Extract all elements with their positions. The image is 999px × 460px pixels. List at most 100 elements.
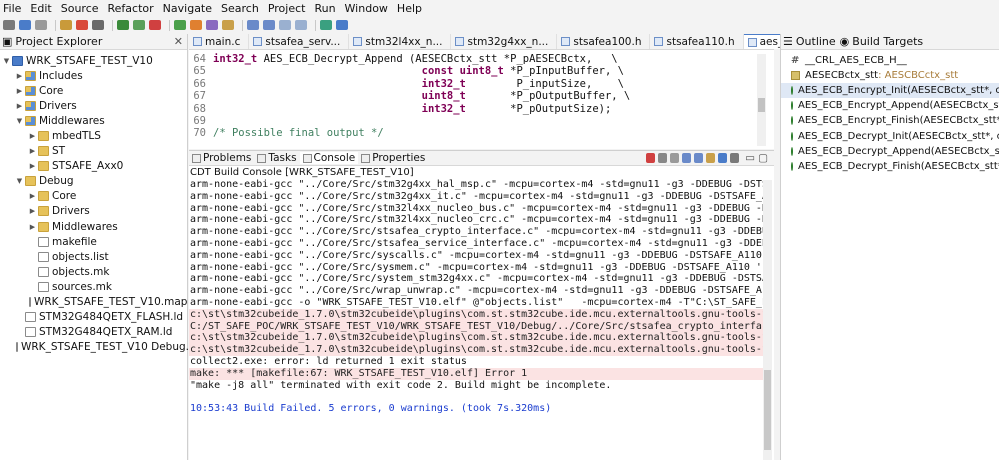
chevron-right-icon[interactable]: ▶ — [28, 132, 37, 140]
terminate-icon[interactable] — [646, 153, 656, 163]
menu-run[interactable]: Run — [314, 2, 335, 15]
chevron-down-icon[interactable]: ▼ — [2, 57, 11, 65]
tree-item[interactable]: objects.list — [0, 249, 187, 264]
chevron-right-icon[interactable]: ▶ — [28, 223, 37, 231]
run-icon[interactable] — [133, 20, 145, 30]
chevron-right-icon[interactable]: ▶ — [15, 102, 24, 110]
editor-tab-label: stsafea110.h — [666, 35, 735, 48]
tree-item[interactable]: ▶ STSAFE_Axx0 — [0, 159, 187, 174]
chevron-down-icon[interactable]: ▼ — [15, 117, 24, 125]
editor-tab[interactable]: stsafea100.h — [557, 34, 651, 49]
minimize-icon[interactable]: ▭ — [745, 152, 755, 164]
menu-navigate[interactable]: Navigate — [163, 2, 212, 15]
menu-window[interactable]: Window — [345, 2, 388, 15]
tree-item[interactable]: ▶ Drivers — [0, 204, 187, 219]
menu-project[interactable]: Project — [268, 2, 306, 15]
stop-icon[interactable] — [149, 20, 161, 30]
scroll-lock-icon[interactable] — [682, 153, 692, 163]
save-all-icon[interactable] — [35, 20, 47, 30]
outline-item[interactable]: # __CRL_AES_ECB_H__ — [781, 53, 999, 68]
outline-item[interactable]: AES_ECB_Decrypt_Init(AESECBctx_stt*, con… — [781, 128, 999, 143]
chevron-right-icon[interactable]: ▶ — [28, 147, 37, 155]
tree-item[interactable]: ▶ Includes — [0, 68, 187, 83]
back-icon[interactable] — [279, 20, 291, 30]
open-type-icon[interactable] — [206, 20, 218, 30]
save-icon[interactable] — [19, 20, 31, 30]
tree-item[interactable]: ▶ ST — [0, 144, 187, 159]
menu-help[interactable]: Help — [397, 2, 422, 15]
new-icon[interactable] — [3, 20, 15, 30]
outline-item[interactable]: AES_ECB_Decrypt_Append(AESECBctx_stt*, c… — [781, 144, 999, 159]
chevron-right-icon[interactable]: ▶ — [15, 72, 24, 80]
pin-console-icon[interactable] — [706, 153, 716, 163]
editor-tab[interactable]: main.c — [189, 34, 250, 49]
tree-item[interactable]: objects.mk — [0, 264, 187, 279]
tree-item[interactable]: ▶ mbedTLS — [0, 128, 187, 143]
tree-item[interactable]: sources.mk — [0, 279, 187, 294]
tab-console[interactable]: Console — [299, 152, 359, 164]
chevron-right-icon[interactable]: ▶ — [28, 192, 37, 200]
build-icon[interactable] — [60, 20, 72, 30]
code-view[interactable]: 64 int32_t AES_ECB_Decrypt_Append (AESECB… — [189, 50, 774, 140]
tree-item[interactable]: ▶ Drivers — [0, 98, 187, 113]
menu-file[interactable]: File — [3, 2, 21, 15]
maximize-icon[interactable]: ▢ — [758, 152, 768, 164]
tree-item[interactable]: makefile — [0, 234, 187, 249]
tree-item[interactable]: ▼ Debug — [0, 174, 187, 189]
tree-item[interactable]: ▶ Core — [0, 189, 187, 204]
editor-tab[interactable]: stsafea110.h — [650, 34, 744, 49]
menu-source[interactable]: Source — [61, 2, 99, 15]
tab-tasks[interactable]: Tasks — [254, 152, 299, 164]
chevron-right-icon[interactable]: ▶ — [28, 162, 37, 170]
console-output[interactable]: arm-none-eabi-gcc "../Core/Src/stm32g4xx… — [189, 179, 764, 415]
display-console-icon[interactable] — [718, 153, 728, 163]
editor-tab[interactable]: stm32l4xx_n... — [349, 34, 452, 49]
tab-properties[interactable]: Properties — [358, 152, 428, 164]
tree-item[interactable]: STM32G484QETX_RAM.ld — [0, 325, 187, 340]
settings-icon[interactable] — [92, 20, 104, 30]
search-icon[interactable] — [222, 20, 234, 30]
forward-icon[interactable] — [295, 20, 307, 30]
run-green-icon[interactable] — [174, 20, 186, 30]
outline-item[interactable]: AES_ECB_Decrypt_Finish(AESECBctx_stt*, u… — [781, 159, 999, 174]
close-icon[interactable]: ✕ — [174, 35, 183, 48]
tree-item[interactable]: ▶ Core — [0, 83, 187, 98]
code-line: 65 const uint8_t *P_pInputBuffer, \ — [189, 65, 774, 77]
open-console-icon[interactable] — [730, 153, 740, 163]
tree-item[interactable]: STM32G484QETX_FLASH.ld — [0, 310, 187, 325]
tree-item[interactable]: ▶ Middlewares — [0, 219, 187, 234]
console-scrollbar[interactable] — [763, 180, 772, 460]
chevron-right-icon[interactable]: ▶ — [15, 87, 24, 95]
chevron-down-icon[interactable]: ▼ — [15, 177, 24, 185]
menu-search[interactable]: Search — [221, 2, 259, 15]
tab-outline[interactable]: Outline — [796, 35, 836, 48]
outline-item[interactable]: AES_ECB_Encrypt_Append(AESECBctx_stt*, c… — [781, 98, 999, 113]
annotation-prev-icon[interactable] — [263, 20, 275, 30]
build-config-icon[interactable] — [76, 20, 88, 30]
tree-item[interactable]: WRK_STSAFE_TEST_V10 Debug.launch — [0, 340, 224, 355]
tab-problems[interactable]: Problems — [189, 152, 254, 164]
tree-item[interactable]: ▼ Middlewares — [0, 113, 187, 128]
console-line: c:\st\stm32cubeide_1.7.0\stm32cubeide\pl… — [189, 332, 764, 345]
menu-refactor[interactable]: Refactor — [108, 2, 154, 15]
debug-icon[interactable] — [117, 20, 129, 30]
tree-item[interactable]: ▼ WRK_STSAFE_TEST_V10 — [0, 53, 187, 68]
tree-item[interactable]: WRK_STSAFE_TEST_V10.map — [0, 295, 187, 310]
outline-item[interactable]: AESECBctx_stt : AESCBCctx_stt — [781, 68, 999, 83]
remove-launch-icon[interactable] — [658, 153, 668, 163]
annotation-next-icon[interactable] — [247, 20, 259, 30]
outline-item[interactable]: AES_ECB_Encrypt_Init(AESECBctx_stt*, con… — [781, 83, 999, 99]
tab-build-targets[interactable]: Build Targets — [852, 35, 923, 48]
perspective-icon[interactable] — [336, 20, 348, 30]
main-toolbar — [0, 17, 999, 33]
outline-item[interactable]: AES_ECB_Encrypt_Finish(AESECBctx_stt*, u… — [781, 113, 999, 128]
chevron-right-icon[interactable]: ▶ — [28, 207, 37, 215]
external-tools-icon[interactable] — [190, 20, 202, 30]
word-wrap-icon[interactable] — [694, 153, 704, 163]
menu-edit[interactable]: Edit — [30, 2, 51, 15]
clear-console-icon[interactable] — [670, 153, 680, 163]
open-perspective-icon[interactable] — [320, 20, 332, 30]
editor-scrollbar[interactable] — [757, 54, 766, 146]
editor-tab[interactable]: stsafea_serv... — [249, 34, 350, 49]
editor-tab[interactable]: stm32g4xx_n... — [451, 34, 558, 49]
